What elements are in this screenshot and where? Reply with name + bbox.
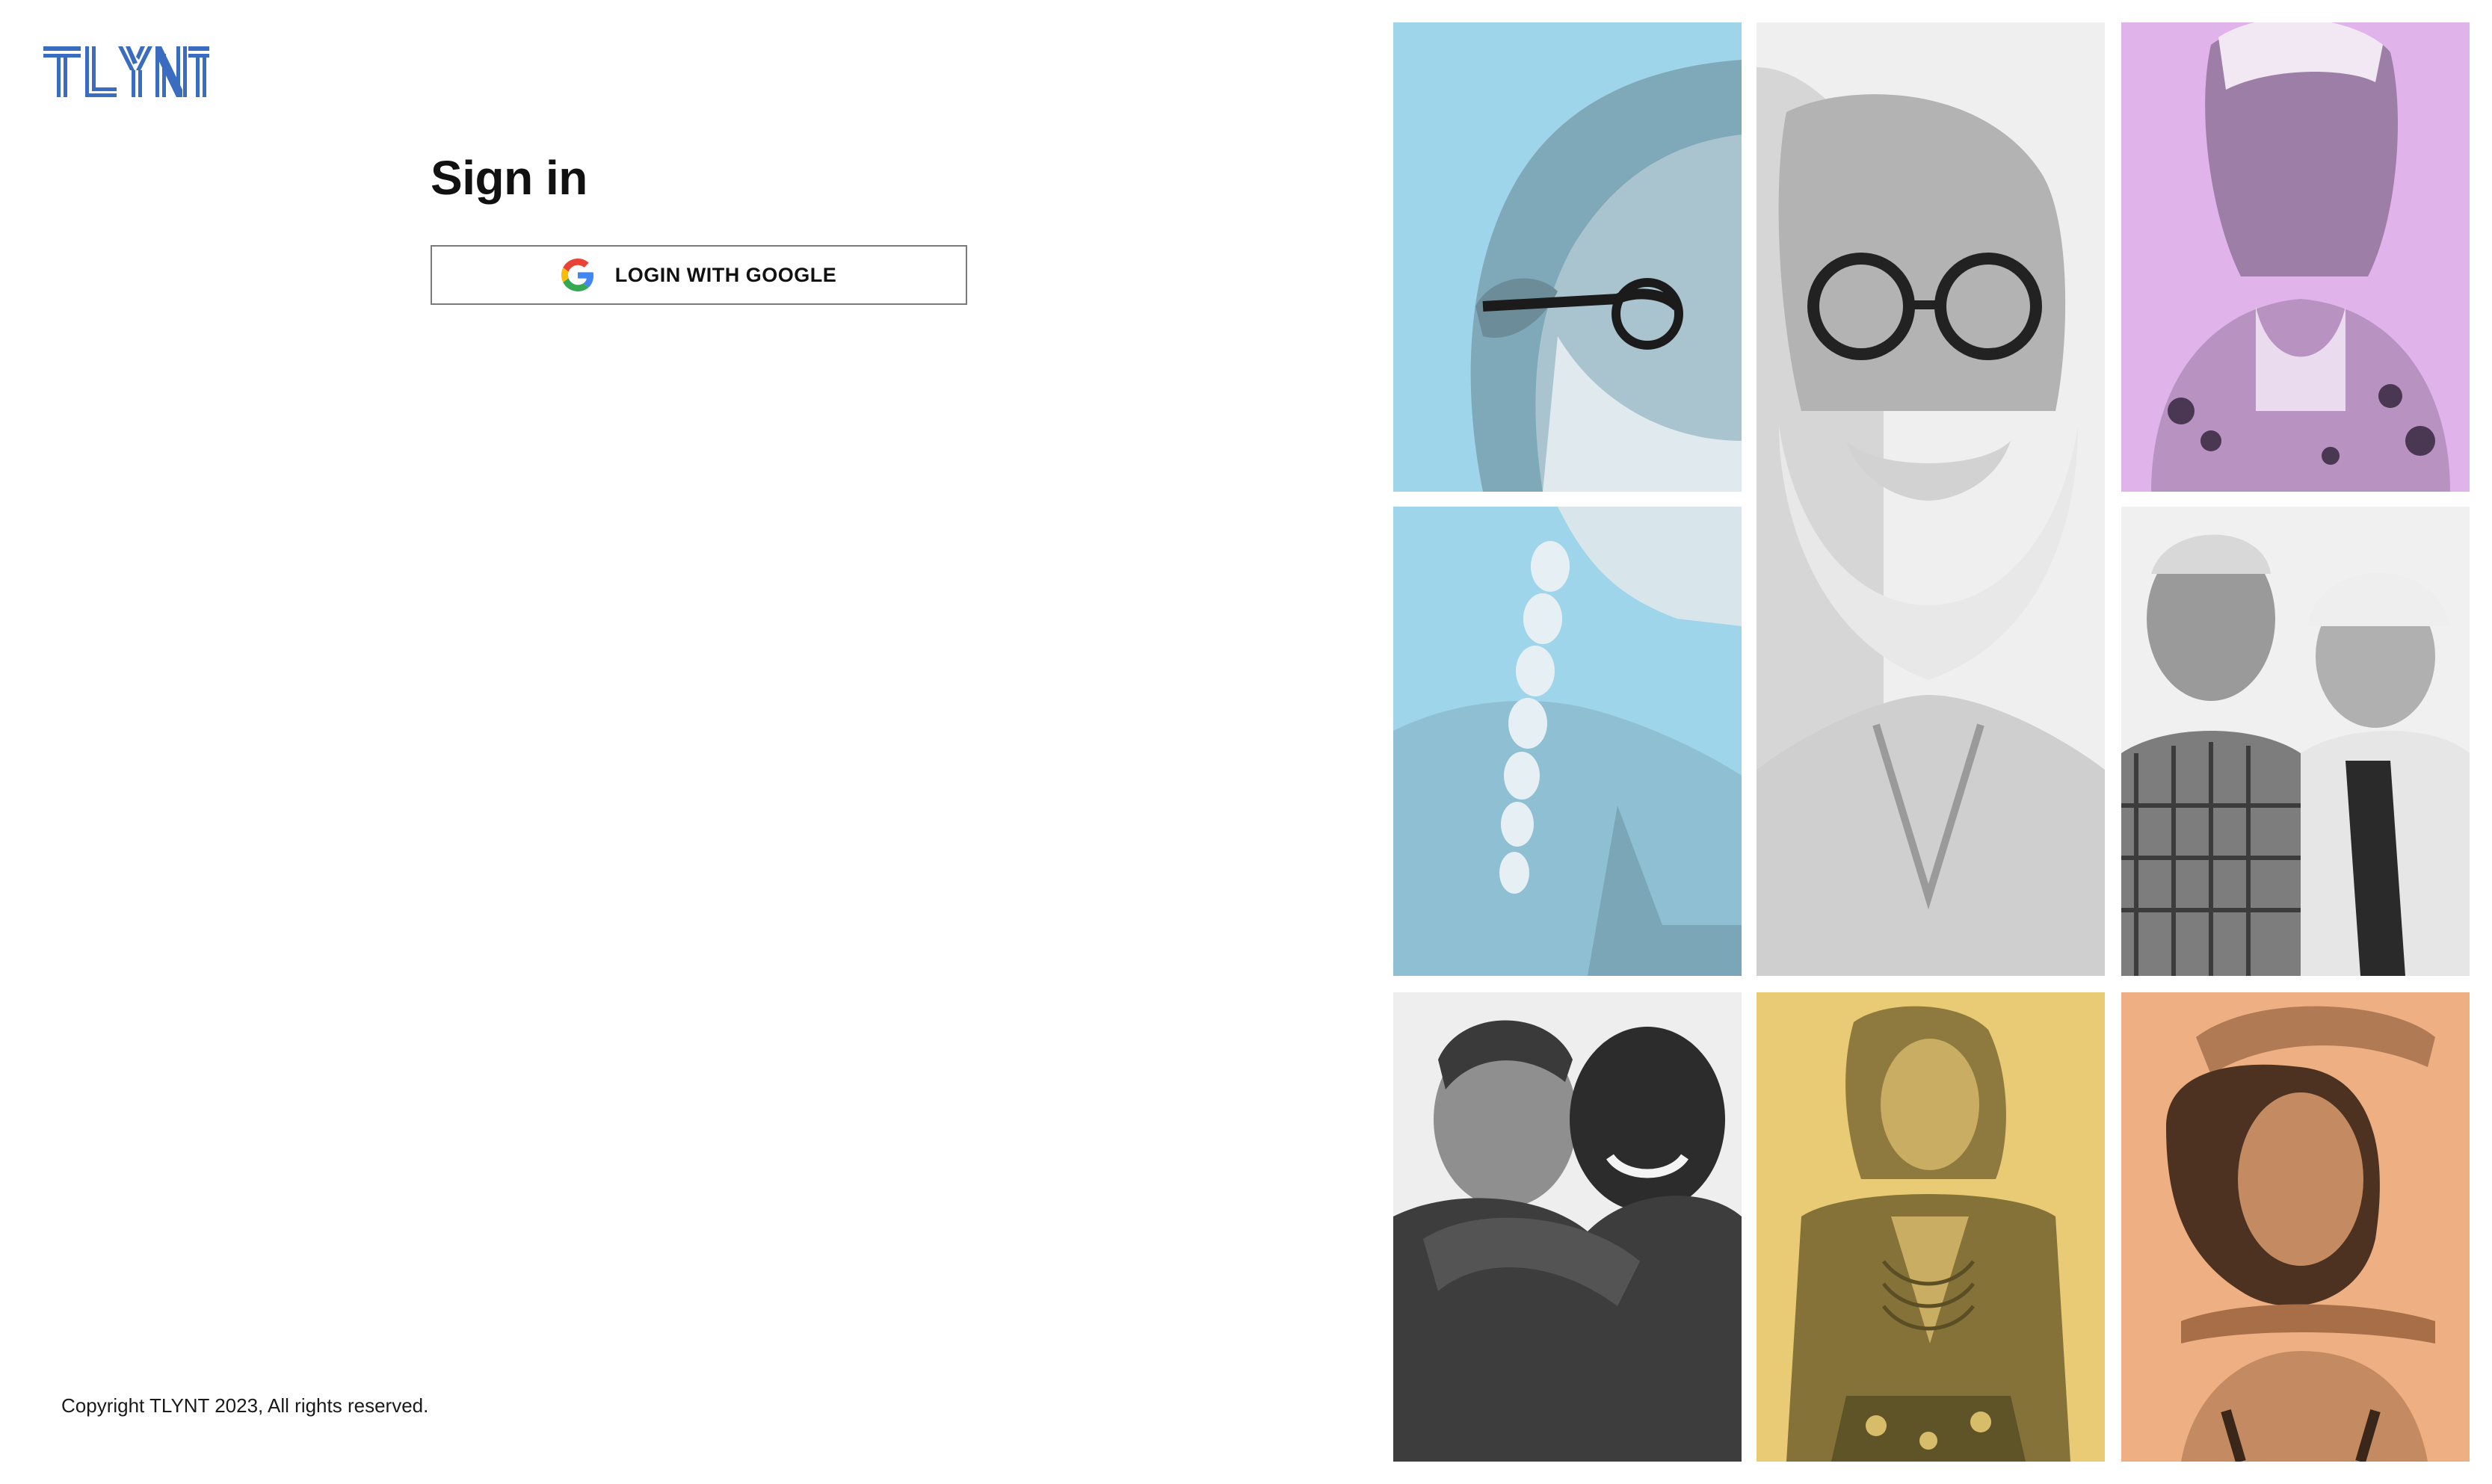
photo-two-men-hugging xyxy=(1393,992,1742,1462)
photo-elderly-couple xyxy=(2121,507,2470,976)
page-title: Sign in xyxy=(431,151,587,205)
copyright-text: Copyright TLYNT 2023, All rights reserve… xyxy=(61,1394,429,1417)
signin-page: Sign in LOGIN WITH GOOGLE Copyright TLYN… xyxy=(0,0,2492,1484)
photo-grid xyxy=(1393,22,2470,1462)
tlynt-logo[interactable] xyxy=(43,43,209,100)
photo-tattooed-person xyxy=(2121,22,2470,492)
photo-woman-with-curly-hair xyxy=(2121,992,2470,1462)
tlynt-logo-mark xyxy=(43,46,209,97)
photo-bearded-man-with-glasses xyxy=(1757,22,2105,976)
photo-woman-in-jacket xyxy=(1757,992,2105,1462)
photo-man-with-braid xyxy=(1393,507,1742,976)
login-with-google-button[interactable]: LOGIN WITH GOOGLE xyxy=(431,245,967,305)
photo-man-with-glasses xyxy=(1393,22,1742,492)
login-with-google-label: LOGIN WITH GOOGLE xyxy=(614,263,837,286)
google-g-icon xyxy=(561,259,593,291)
